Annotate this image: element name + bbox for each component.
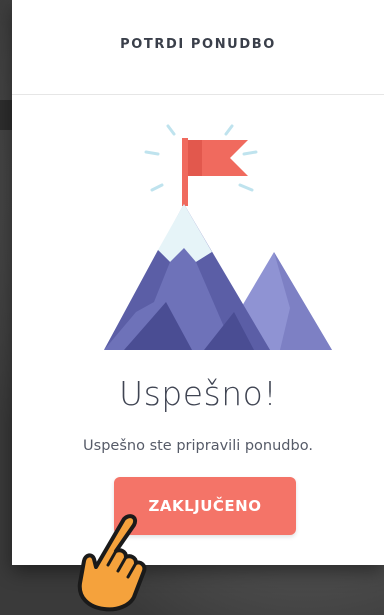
pointing-hand-icon xyxy=(77,514,147,612)
mountain-flag-icon xyxy=(104,124,332,350)
confirm-offer-modal: POTRDI PONUDBO Uspešno! Uspešno ste prip… xyxy=(12,0,384,565)
modal-title: POTRDI PONUDBO xyxy=(120,36,276,52)
modal-header: POTRDI PONUDBO xyxy=(12,0,384,95)
success-message: Uspešno ste pripravili ponudbo. xyxy=(83,438,313,454)
success-title: Uspešno! xyxy=(118,374,278,413)
flag-pole-icon xyxy=(182,138,188,206)
